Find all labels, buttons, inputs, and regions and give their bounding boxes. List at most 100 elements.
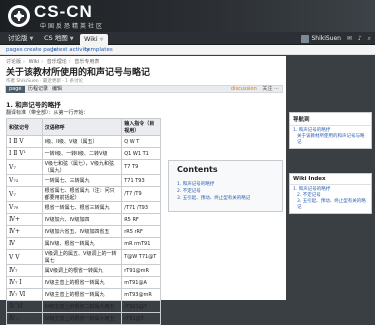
- tab-forum[interactable]: 讨论版 ▼: [4, 33, 37, 44]
- column-header: 和弦记号: [6, 118, 43, 136]
- chord-input: Q1 W1 T1: [121, 147, 161, 160]
- logo-subtitle: 中国反恐精英社区: [40, 23, 105, 30]
- wiki-toolbar: pages create page latest activity templa…: [0, 45, 375, 55]
- tab-edit[interactable]: 编辑: [52, 86, 62, 93]
- envelope-icon[interactable]: ✉: [347, 34, 352, 44]
- chord-name: 根省一转属七、根省三转属九: [41, 201, 123, 214]
- chord-input: /T7 /T9: [121, 186, 161, 202]
- column-header: 输入指令（目视用）: [121, 118, 161, 136]
- chord-input: mT93@mR: [121, 288, 161, 301]
- tab-page[interactable]: page: [6, 86, 25, 93]
- chord-name: IV级主音上的根省一转属九: [41, 288, 123, 301]
- toc-item[interactable]: 2. 不定记号: [177, 188, 201, 194]
- table-row: Ⅳ₇ Ⅵ IV级主音上的根省一转属九 mT93@mR: [6, 288, 161, 301]
- section-note: 翻译标准（带全部）：从第一行开始：: [6, 110, 89, 116]
- chord-symbol: Ⅴ₇: [6, 186, 43, 202]
- chord-symbol: Ⅳ Ⅵ: [6, 300, 43, 313]
- chevron-down-icon: ▼: [69, 36, 74, 42]
- toc-item[interactable]: 1. 和声记号的略抒: [177, 181, 214, 187]
- chord-input: T@W T71@T: [121, 249, 161, 265]
- table-row: Ⅰ Ⅱ Ⅴ I级、II级、V级（属五） Q W T: [6, 135, 161, 148]
- chord-name: 一转I级、一转II级、二转V级: [41, 147, 123, 160]
- right-sidebar: 导航到 1. 和声记号的略抒 关于该教材所使用的和声记号与略记 Wiki Ind…: [286, 56, 375, 300]
- chord-input: rR5 rRF: [121, 225, 161, 238]
- chord-symbol: Ⅴ₇₉: [6, 201, 43, 214]
- chord-name: IV级加六、IV级加四: [41, 213, 123, 226]
- panel-heading: Wiki Index: [290, 174, 371, 185]
- link-latest-activity[interactable]: latest activity: [52, 45, 89, 55]
- chord-symbol: Ⅴ Ⅴ: [6, 249, 43, 265]
- chord-name: IV级加六省五、IV级加四省五: [41, 225, 123, 238]
- chord-input: mR rmT91: [121, 237, 161, 250]
- page-title: 关于该教材所使用的和声记号与略记: [6, 68, 151, 78]
- table-row: Ⅴ₇₉ 根省一转属七、根省三转属九/T71 /T93: [6, 201, 161, 214]
- page-meta: 作者 ShikiSuen ⋅ 最近更新 ⋅ 1 条讨论: [6, 79, 83, 84]
- logo-icon[interactable]: [6, 3, 32, 29]
- chord-name: IV级主音上的根省一转属九两五: [41, 312, 123, 325]
- breadcrumb: 讨论版 › Wiki › 音乐理论 › 音乐专用表: [6, 58, 99, 65]
- main-content: 讨论版 › Wiki › 音乐理论 › 音乐专用表 关于该教材所使用的和声记号与略记 …: [0, 56, 286, 325]
- table-row: Ⅳ 属IV级、根省一转属九 mR rmT91: [6, 237, 161, 250]
- table-row: Ⅳ₇ 属V级调上的根省一转属九 rT91@mR: [6, 264, 161, 277]
- chord-name: 属IV级、根省一转属九: [41, 237, 123, 250]
- column-header: 汉语称呼: [41, 118, 123, 136]
- table-row: Ⅳ+ IV级加六省五、IV级加四省五 rR5 rRF: [6, 225, 161, 238]
- wiki-index-list: 1. 和声记号的略抒 2. 不定记号 3. 五引起、预动、终止型有关的略记: [290, 185, 371, 213]
- table-row: Ⅴ₇₃ 一转属七、三转属九 T71 T93: [6, 174, 161, 187]
- section-heading: 1. 和声记号的略抒: [6, 101, 61, 109]
- index-item[interactable]: 3. 五引起、预动、终止型有关的略记: [293, 199, 368, 211]
- nav-list: 1. 和声记号的略抒 关于该教材所使用的和声记号与略记: [290, 126, 371, 148]
- chord-name: 一转属七、三转属九: [41, 174, 123, 187]
- tab-label: 讨论版: [8, 34, 28, 42]
- table-row: Ⅳ₇ Ⅰ IV级主音上的根省一转属九 mT91@A: [6, 276, 161, 289]
- bell-icon[interactable]: ♪: [358, 34, 362, 44]
- chord-symbol: Ⅴ₇₃: [6, 174, 43, 187]
- link-templates[interactable]: templates: [85, 45, 113, 55]
- toc-item[interactable]: 3. 五引起、预动、终止型有关的略记: [177, 195, 250, 201]
- link-pages[interactable]: pages: [6, 45, 23, 55]
- username[interactable]: ShikiSuen: [311, 35, 341, 42]
- tab-label: CS 地图: [44, 34, 68, 42]
- chevron-down-icon: ▼: [29, 36, 34, 42]
- watch-button[interactable]: 关注: [262, 86, 272, 92]
- chord-name: IV级主音上的根省一转属九: [41, 276, 123, 289]
- toc-title: Contents: [177, 165, 218, 174]
- page-action-bar: page 历程记录 编辑 discussion 关注 ⋯: [5, 85, 283, 93]
- table-row: Ⅰ Ⅱ Ⅴ¹ 一转I级、一转II级、二转V级 Q1 W1 T1: [6, 147, 161, 160]
- nav-panel: 导航到 1. 和声记号的略抒 关于该教材所使用的和声记号与略记: [289, 112, 372, 149]
- chord-name: V级七和弦（属七），V级九和弦（属九）: [41, 159, 123, 175]
- table-row: Ⅳ₇₊ IV级主音上的根省一转属九两五 rT91@T: [6, 312, 161, 325]
- chord-name: 属V级调上的根省一转属九: [41, 264, 123, 277]
- tab-label: Wiki: [84, 35, 98, 43]
- page-actions-right: discussion 关注 ⋯: [231, 86, 279, 93]
- table-header-row: 和弦记号 汉语称呼 输入指令（目视用）: [6, 118, 161, 136]
- table-row: Ⅴ₇ V级七和弦（属七），V级九和弦（属九） T7 T9: [6, 159, 161, 175]
- discussion-link[interactable]: discussion: [231, 86, 257, 92]
- avatar[interactable]: [301, 34, 310, 43]
- wiki-index-panel: Wiki Index 1. 和声记号的略抒 2. 不定记号 3. 五引起、预动、…: [289, 173, 372, 214]
- chord-symbol: Ⅳ₇₊: [6, 312, 43, 325]
- chord-symbol: Ⅳ: [6, 237, 43, 250]
- tab-cs-maps[interactable]: CS 地图 ▼: [40, 33, 78, 44]
- table-row: Ⅳ Ⅵ IV级主音上的根省二转属九两五 rT921@T: [6, 300, 161, 313]
- chord-name: IV级主音上的根省二转属九两五: [41, 300, 123, 313]
- chord-name: 根省属七、根省属九（注：问只都要用前括起）: [41, 186, 123, 202]
- panel-heading: 导航到: [290, 113, 371, 126]
- chord-symbol: Ⅳ₇: [6, 264, 43, 277]
- table-body: Ⅰ Ⅱ Ⅴ I级、II级、V级（属五） Q W TⅠ Ⅱ Ⅴ¹ 一转I级、一转II级、…: [6, 135, 161, 325]
- tab-wiki[interactable]: Wiki ▼: [80, 34, 108, 45]
- table-row: Ⅴ₇ 根省属七、根省属九（注：问只都要用前括起）/T7 /T9: [6, 186, 161, 202]
- chord-symbol: Ⅳ₇ Ⅰ: [6, 276, 43, 289]
- tab-history[interactable]: 历程记录: [28, 86, 48, 93]
- table-row: Ⅴ Ⅴ V级调上的属五、V级调上的一转属七 T@W T71@T: [6, 249, 161, 265]
- logo-title[interactable]: CS-CN: [34, 2, 93, 22]
- chord-name: I级、II级、V级（属五）: [41, 135, 123, 148]
- chord-input: rT921@T: [121, 300, 161, 313]
- more-icon[interactable]: ⋯: [274, 86, 279, 92]
- search-icon[interactable]: ⌕: [368, 34, 371, 44]
- user-area: ShikiSuen ✉ ♪ ⌕: [301, 34, 371, 44]
- chord-input: Q W T: [121, 135, 161, 148]
- chord-symbol: Ⅴ₇: [6, 159, 43, 175]
- nav-item[interactable]: 关于该教材所使用的和声记号与略记: [293, 134, 368, 146]
- table-row: Ⅳ+ IV级加六、IV级加四 R5 RF: [6, 213, 161, 226]
